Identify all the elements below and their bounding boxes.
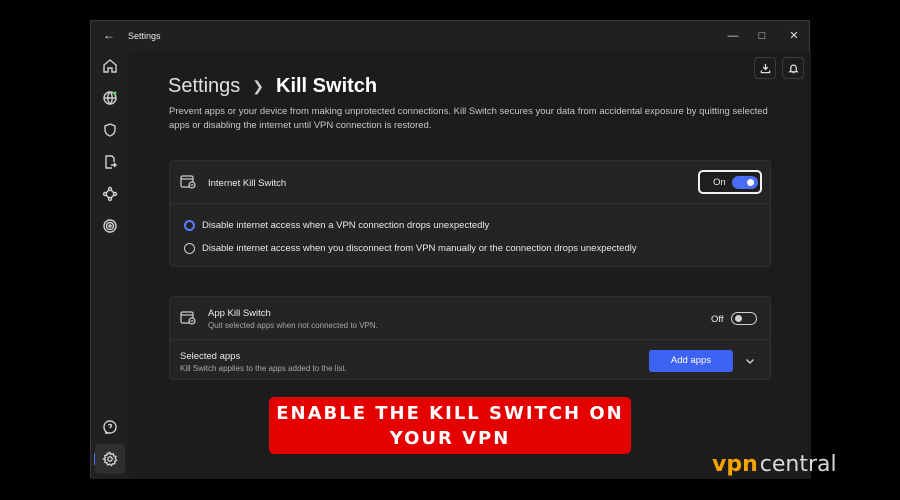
breadcrumb: Settings ❯ Kill Switch	[168, 75, 377, 98]
settings-gear-icon[interactable]	[95, 444, 125, 474]
internet-kill-switch-icon	[180, 175, 196, 189]
globe-icon[interactable]	[100, 88, 120, 108]
breadcrumb-parent[interactable]: Settings	[168, 75, 240, 98]
chevron-right-icon: ❯	[252, 78, 264, 94]
toggle-state-label: On	[713, 177, 726, 188]
window-title: Settings	[128, 31, 161, 41]
app-toggle-state-label: Off	[711, 314, 724, 325]
app-kill-switch-label: App Kill Switch	[208, 308, 271, 319]
internet-kill-switch-toggle[interactable]: On	[698, 170, 762, 194]
chevron-down-icon[interactable]	[744, 354, 756, 366]
instruction-banner: ENABLE THE KILL SWITCH ON YOUR VPN	[269, 397, 631, 454]
app-kill-switch-card: App Kill Switch Quit selected apps when …	[169, 296, 771, 380]
help-icon[interactable]	[100, 417, 120, 437]
logo-part-vpn: vpn	[712, 452, 758, 477]
shield-icon[interactable]	[100, 120, 120, 140]
title-bar: ← Settings — □ ✕	[91, 21, 809, 51]
divider	[170, 339, 770, 340]
logo-part-central: central	[759, 452, 837, 477]
banner-line-2: YOUR VPN	[389, 428, 511, 449]
app-kill-switch-toggle[interactable]	[731, 312, 757, 325]
home-icon[interactable]	[100, 56, 120, 76]
selected-apps-sublabel: Kill Switch applies to the apps added to…	[180, 364, 347, 373]
close-icon[interactable]: ✕	[784, 27, 804, 45]
target-icon[interactable]	[100, 216, 120, 236]
radio-option-2[interactable]	[184, 243, 195, 254]
mesh-network-icon[interactable]	[100, 184, 120, 204]
vpncentral-logo: vpn central	[712, 452, 837, 477]
maximize-icon[interactable]: □	[752, 27, 772, 45]
back-arrow-icon[interactable]: ←	[103, 29, 115, 41]
radio-option-2-label[interactable]: Disable internet access when you disconn…	[202, 243, 637, 254]
download-icon[interactable]	[754, 57, 776, 79]
toggle-switch-on[interactable]	[732, 176, 758, 189]
selected-apps-label: Selected apps	[180, 351, 241, 362]
internet-kill-switch-label: Internet Kill Switch	[208, 178, 287, 189]
app-kill-switch-sublabel: Quit selected apps when not connected to…	[208, 321, 378, 330]
notification-bell-icon[interactable]	[782, 57, 804, 79]
radio-option-1[interactable]	[184, 220, 195, 231]
minimize-icon[interactable]: —	[723, 27, 743, 45]
file-export-icon[interactable]	[100, 152, 120, 172]
banner-line-1: ENABLE THE KILL SWITCH ON	[276, 403, 624, 424]
radio-option-1-label[interactable]: Disable internet access when a VPN conne…	[202, 220, 489, 231]
divider	[170, 203, 770, 204]
sidebar	[91, 51, 129, 479]
app-kill-switch-icon	[180, 311, 196, 325]
add-apps-button[interactable]: Add apps	[649, 350, 733, 372]
page-title: Kill Switch	[276, 75, 378, 97]
internet-kill-switch-card: Internet Kill Switch On Disable internet…	[169, 160, 771, 267]
page-description: Prevent apps or your device from making …	[169, 106, 768, 131]
